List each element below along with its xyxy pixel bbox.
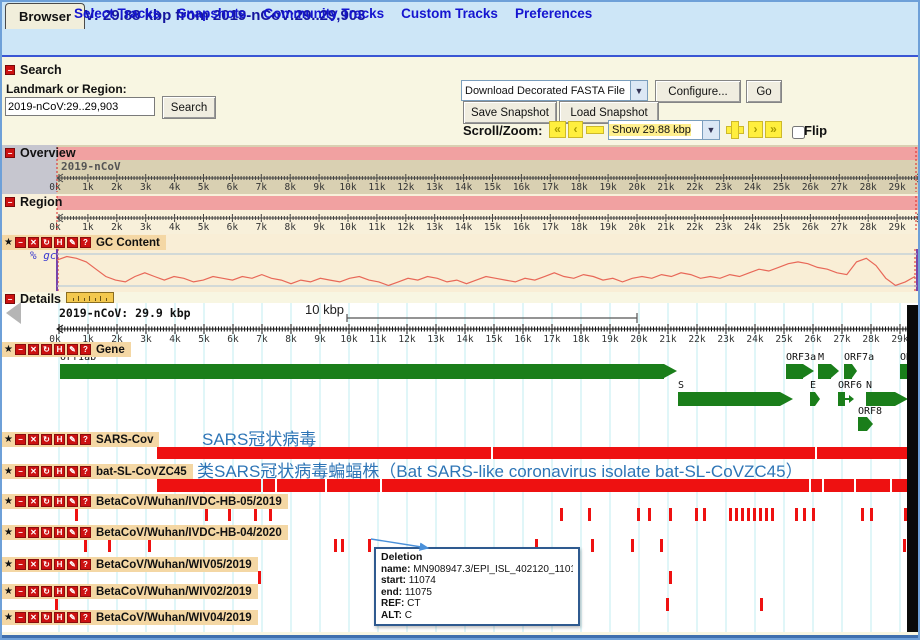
tooltip-pointer-arrow [2,2,920,640]
genome-browser-window: 2019-nCoV: 29.88 kbp from 2019-nCoV:29..… [0,0,920,640]
